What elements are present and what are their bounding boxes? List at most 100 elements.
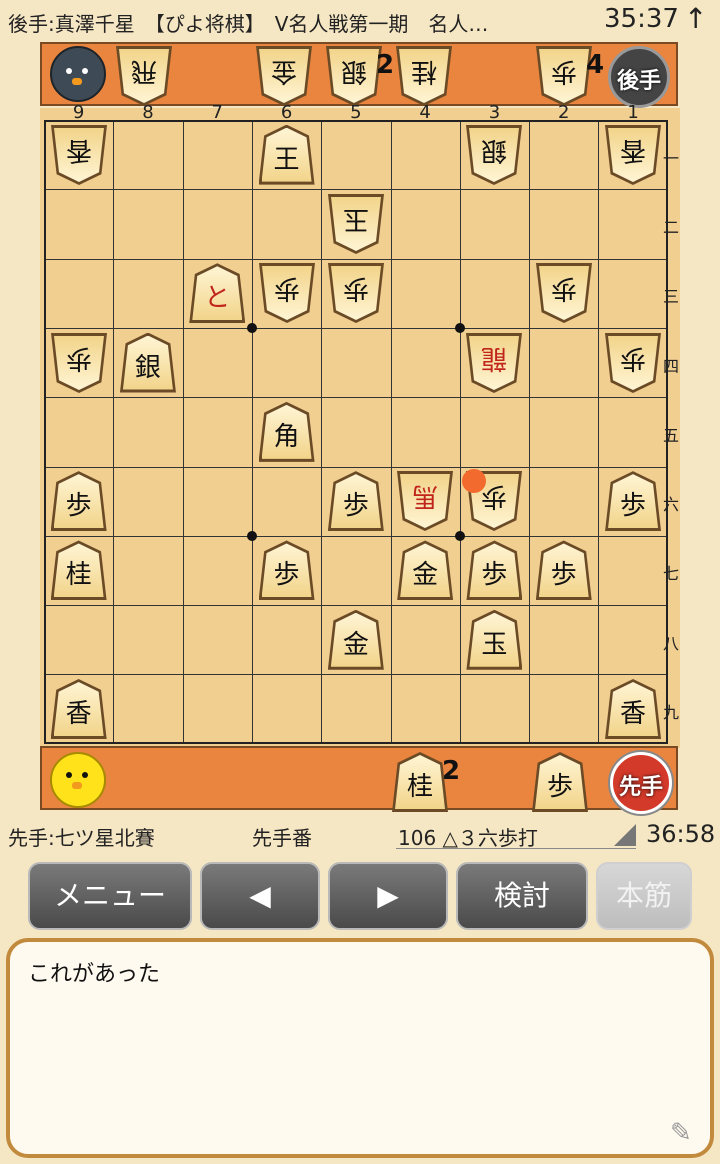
- gote-hand-piece[interactable]: 金: [256, 46, 312, 106]
- piece-glyph: 歩: [550, 273, 577, 304]
- gote-turn-badge: 後手: [608, 46, 670, 108]
- board-piece[interactable]: 金: [397, 540, 454, 601]
- piece-glyph: 歩: [342, 491, 369, 522]
- gote-hand-piece[interactable]: 歩: [536, 46, 592, 106]
- piece-glyph: 歩: [342, 273, 369, 304]
- grid-line: [46, 189, 666, 191]
- sente-hand-piece[interactable]: 歩: [532, 752, 588, 812]
- prev-move-button[interactable]: ◀: [200, 862, 320, 930]
- board-piece[interactable]: 玉: [466, 609, 523, 670]
- board-piece[interactable]: 歩: [327, 471, 384, 532]
- board-piece[interactable]: 王: [258, 124, 315, 185]
- grid-line: [459, 122, 461, 742]
- grid-line: [46, 674, 666, 676]
- comment-box[interactable]: これがあった ✎: [6, 938, 714, 1158]
- comment-text: これがあった: [28, 962, 161, 987]
- grid-line: [182, 122, 184, 742]
- grid-line: [46, 535, 666, 537]
- piece-glyph: 香: [65, 134, 92, 165]
- piece-glyph: 角: [273, 421, 300, 452]
- board-piece[interactable]: 銀: [466, 125, 522, 185]
- grid-line: [46, 605, 666, 607]
- pencil-icon[interactable]: ✎: [670, 1118, 692, 1148]
- board-piece[interactable]: 角: [258, 401, 315, 462]
- grid-line: [598, 122, 600, 742]
- board-piece[interactable]: 銀: [119, 332, 176, 393]
- piece-glyph: 歩: [620, 342, 647, 373]
- dropdown-triangle-icon[interactable]: [614, 824, 636, 846]
- last-move-marker: [461, 468, 486, 493]
- hand-count: 2: [376, 50, 395, 80]
- board-piece[interactable]: 歩: [466, 540, 523, 601]
- grid-line: [46, 466, 666, 468]
- board-piece[interactable]: と: [189, 263, 246, 324]
- board-piece[interactable]: 香: [605, 125, 661, 185]
- gote-hand-piece[interactable]: 飛: [116, 46, 172, 106]
- piece-glyph: 金: [271, 56, 298, 86]
- board-piece[interactable]: 歩: [536, 263, 592, 323]
- piece-glyph: 銀: [341, 56, 368, 86]
- sente-label: 先手: [618, 775, 663, 800]
- gote-clock: 35:37: [604, 4, 679, 34]
- board-piece[interactable]: 玉: [328, 194, 384, 254]
- grid-line: [46, 397, 666, 399]
- piece-glyph: 馬: [412, 481, 439, 512]
- board-piece[interactable]: 歩: [259, 263, 315, 323]
- board-piece[interactable]: 歩: [605, 333, 661, 393]
- board-piece[interactable]: 歩: [51, 333, 107, 393]
- piece-glyph: 歩: [65, 491, 92, 522]
- grid-line: [113, 122, 115, 742]
- grid-line: [529, 122, 531, 742]
- board-piece[interactable]: 龍: [466, 333, 522, 393]
- flip-arrow-icon[interactable]: ↑: [684, 2, 707, 35]
- board-piece[interactable]: 香: [50, 679, 107, 740]
- analyze-button[interactable]: 検討: [456, 862, 588, 930]
- piece-glyph: 金: [342, 629, 369, 660]
- piece-glyph: 香: [620, 699, 647, 730]
- sente-clock: 36:58: [646, 820, 716, 848]
- board-piece[interactable]: 歩: [328, 263, 384, 323]
- piece-glyph: 香: [65, 699, 92, 730]
- menu-button[interactable]: メニュー: [28, 862, 192, 930]
- next-move-button[interactable]: ▶: [328, 862, 448, 930]
- board-piece[interactable]: 歩: [258, 540, 315, 601]
- game-title: 後手:真澤千星 【ぴよ将棋】 V名人戦第一期 名人…: [8, 12, 489, 36]
- piece-glyph: 銀: [134, 352, 161, 383]
- board-piece[interactable]: 馬: [397, 471, 453, 531]
- gote-avatar: [50, 46, 106, 102]
- grid-line: [46, 327, 666, 329]
- star-point: [454, 530, 465, 541]
- move-selector-underline: [396, 848, 636, 849]
- board-piece[interactable]: 歩: [50, 471, 107, 532]
- piece-glyph: 玉: [481, 629, 508, 660]
- star-point: [246, 322, 257, 333]
- star-point: [246, 530, 257, 541]
- piece-glyph: 歩: [273, 560, 300, 591]
- star-point: [454, 322, 465, 333]
- gote-hand-piece[interactable]: 桂: [396, 46, 452, 106]
- gote-hand-piece[interactable]: 銀: [326, 46, 382, 106]
- board-piece[interactable]: 金: [327, 609, 384, 670]
- piece-glyph: 龍: [481, 342, 508, 373]
- piece-glyph: 桂: [406, 772, 433, 802]
- move-selector[interactable]: 106 △３六歩打: [398, 822, 538, 851]
- board-piece[interactable]: 香: [605, 679, 662, 740]
- hand-count: 2: [442, 756, 461, 786]
- piece-glyph: 桂: [65, 560, 92, 591]
- top-bar: 後手:真澤千星 【ぴよ将棋】 V名人戦第一期 名人… 35:37 ↑: [0, 0, 720, 40]
- sente-turn-badge: 先手: [610, 752, 672, 814]
- hand-count: 4: [586, 50, 605, 80]
- turn-indicator: 先手番: [252, 826, 312, 850]
- info-bar: 先手:七ツ星北賽 先手番 106 △３六歩打 36:58: [0, 818, 720, 854]
- board-piece[interactable]: 桂: [50, 540, 107, 601]
- sente-hand-piece[interactable]: 桂: [392, 752, 448, 812]
- grid-line: [390, 122, 392, 742]
- piece-glyph: 玉: [342, 203, 369, 234]
- board-piece[interactable]: 歩: [605, 471, 662, 532]
- board-piece[interactable]: 歩: [535, 540, 592, 601]
- board-piece[interactable]: 香: [51, 125, 107, 185]
- piece-glyph: 歩: [65, 342, 92, 373]
- grid-line: [321, 122, 323, 742]
- piece-glyph: 歩: [550, 560, 577, 591]
- sente-player-name: 先手:七ツ星北賽: [8, 826, 155, 850]
